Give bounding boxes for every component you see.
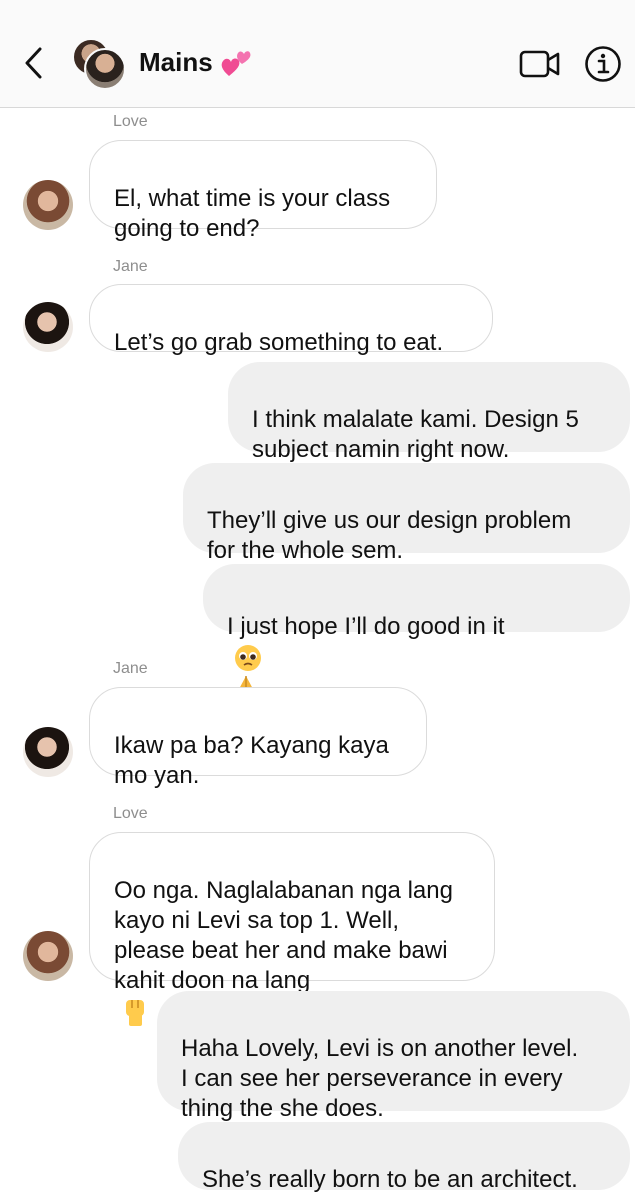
outgoing-message[interactable]: They’ll give us our design problem for t… — [183, 463, 630, 564]
message-text: They’ll give us our design problem for t… — [207, 507, 572, 564]
avatar[interactable] — [23, 931, 73, 981]
message-text: Haha Lovely, Levi is on another level. I… — [181, 1035, 579, 1122]
incoming-message[interactable]: Let’s go grab something to eat. — [89, 284, 493, 356]
group-avatar[interactable] — [72, 38, 126, 92]
message-text: She’s really born to be an architect. — [202, 1166, 578, 1193]
sender-name: Love — [113, 113, 148, 130]
video-camera-icon[interactable] — [519, 48, 561, 80]
message-text: I just hope I’ll do good in it — [227, 613, 505, 640]
avatar[interactable] — [23, 302, 73, 352]
outgoing-message[interactable]: She’s really born to be an architect. — [178, 1122, 630, 1193]
incoming-message[interactable]: Oo nga. Naglalabanan nga lang kayo ni Le… — [89, 832, 495, 1026]
info-icon[interactable] — [584, 45, 622, 83]
message-text: Oo nga. Naglalabanan nga lang kayo ni Le… — [114, 877, 453, 994]
outgoing-message[interactable]: I just hope I’ll do good in it — [203, 564, 630, 702]
chat-title[interactable]: Mains — [139, 47, 213, 78]
avatar[interactable] — [23, 727, 73, 777]
incoming-message[interactable]: Ikaw pa ba? Kayang kaya mo yan. — [89, 687, 427, 789]
sender-name: Jane — [113, 660, 148, 677]
message-text: I think malalate kami. Design 5 subject … — [252, 406, 579, 463]
outgoing-message[interactable]: I think malalate kami. Design 5 subject … — [228, 362, 630, 463]
chat-header: Mains — [0, 0, 635, 108]
chevron-left-icon[interactable] — [22, 46, 48, 80]
two-hearts-emoji — [221, 51, 251, 76]
outgoing-message[interactable]: Haha Lovely, Levi is on another level. I… — [157, 991, 630, 1122]
message-text: Let’s go grab something to eat. — [114, 329, 444, 356]
message-text: El, what time is your class going to end… — [114, 185, 391, 242]
pleading-face-emoji — [235, 644, 261, 671]
message-text: Ikaw pa ba? Kayang kaya mo yan. — [114, 732, 389, 789]
member-avatar — [84, 48, 126, 90]
avatar[interactable] — [23, 180, 73, 230]
sender-name: Jane — [113, 258, 148, 275]
incoming-message[interactable]: El, what time is your class going to end… — [89, 140, 437, 242]
raised-fist-emoji — [126, 1000, 144, 1026]
sender-name: Love — [113, 805, 148, 822]
